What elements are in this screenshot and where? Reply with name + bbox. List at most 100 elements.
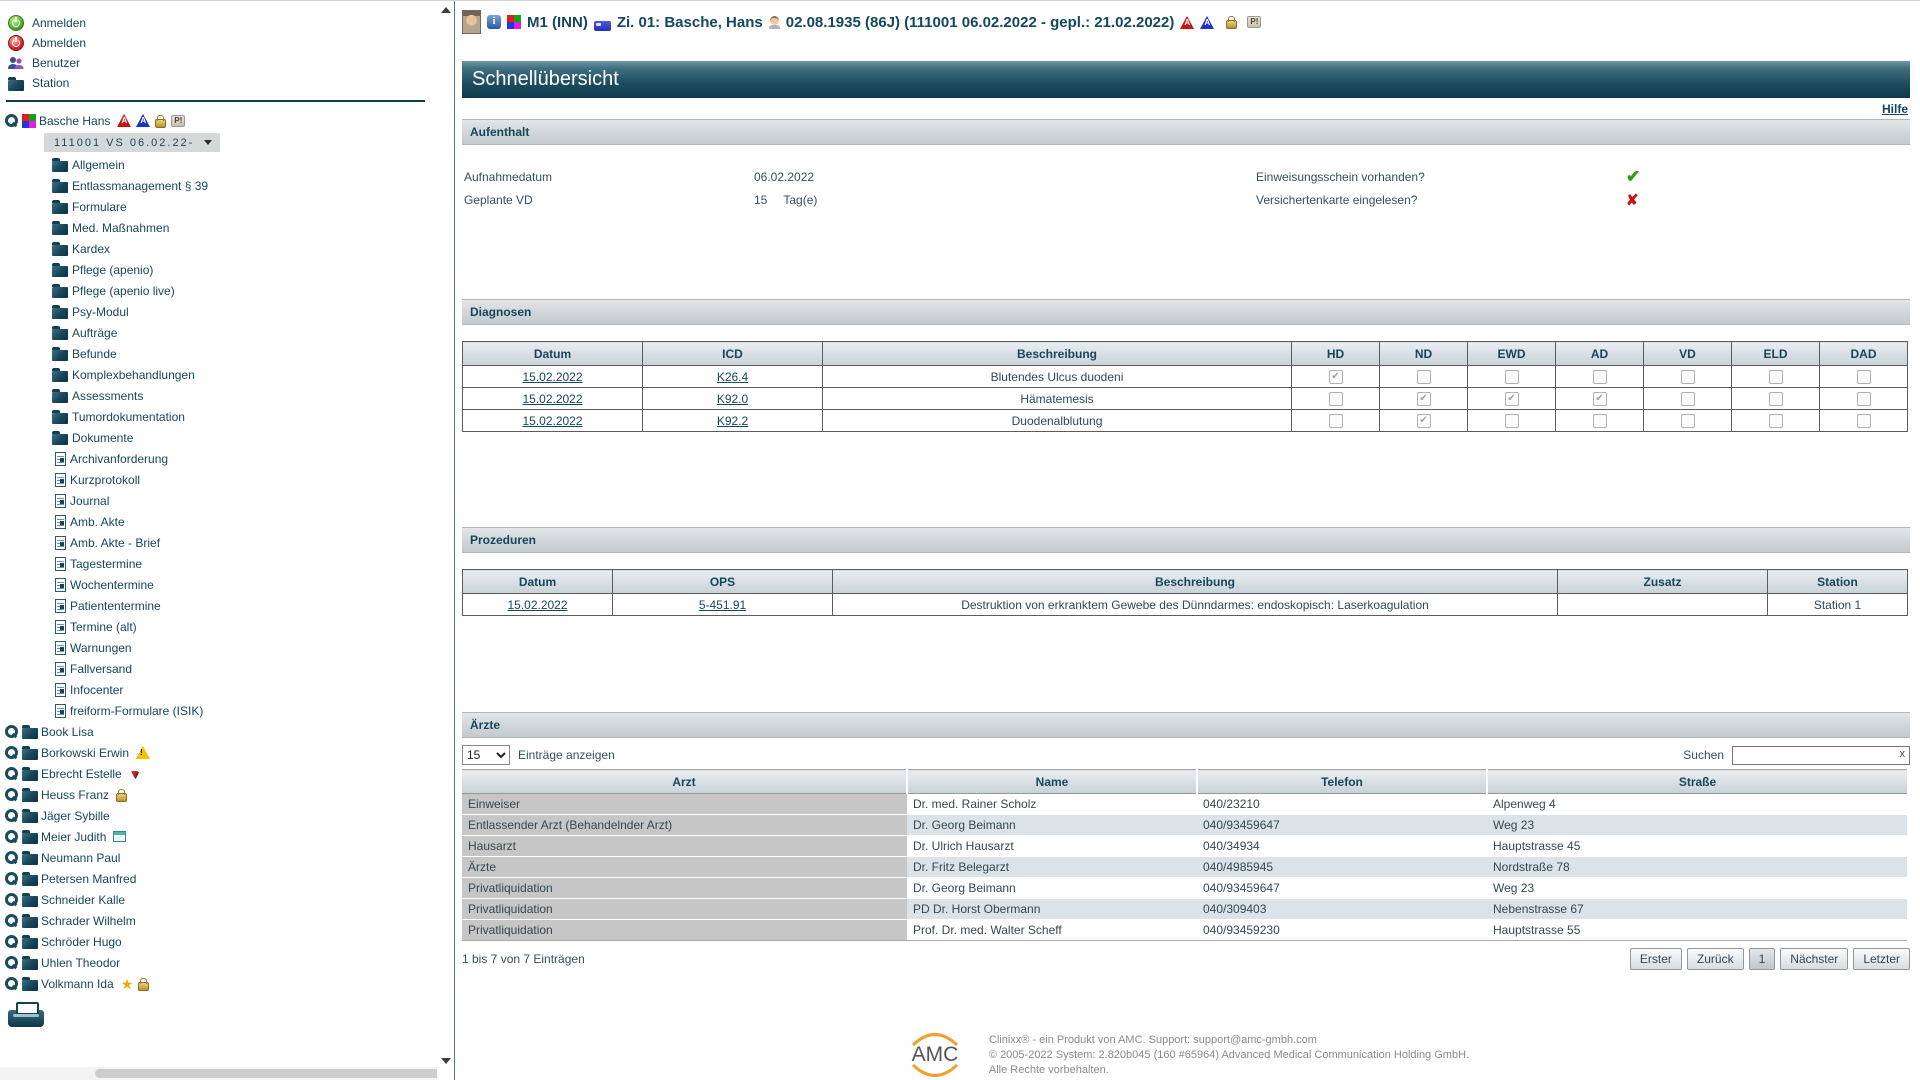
sidebar-doc-termine-alt[interactable]: Termine (alt)	[0, 616, 437, 637]
info-icon[interactable]: i	[487, 15, 501, 29]
diagnose-icd-link[interactable]: K26.4	[717, 370, 748, 384]
prozeduren-col-header: Station	[1768, 570, 1908, 594]
sidebar-doc-warnungen[interactable]: Warnungen	[0, 637, 437, 658]
sidebar-doc-amb-akte[interactable]: Amb. Akte	[0, 511, 437, 532]
patient-row-borkowski-erwin[interactable]: Borkowski Erwin!	[0, 742, 437, 763]
sidebar-folder-psy-modul[interactable]: Psy-Modul	[0, 301, 437, 322]
sidebar-folder-befunde[interactable]: Befunde	[0, 343, 437, 364]
sidebar-folder-assessments[interactable]: Assessments	[0, 385, 437, 406]
section-aufenthalt: Aufenthalt	[462, 119, 1910, 145]
case-selector[interactable]: 111001 VS 06.02.22-	[44, 133, 220, 152]
sidebar-item-abmelden[interactable]: Abmelden	[0, 33, 437, 53]
pagination-letzter[interactable]: Letzter	[1853, 948, 1910, 970]
sidebar-folder-label: Komplexbehandlungen	[72, 368, 195, 382]
sidebar-doc-fallversand[interactable]: Fallversand	[0, 658, 437, 679]
sidebar-doc-journal[interactable]: Journal	[0, 490, 437, 511]
sidebar-folder-kardex[interactable]: Kardex	[0, 238, 437, 259]
folder-icon	[52, 434, 68, 445]
aerzte-col-header[interactable]: Name	[907, 770, 1197, 794]
scroll-up-icon[interactable]	[441, 7, 451, 13]
sidebar-folder-med-maßnahmen[interactable]: Med. Maßnahmen	[0, 217, 437, 238]
sidebar-folder-label: Dokumente	[72, 431, 133, 445]
diagnose-icd-link[interactable]: K92.2	[717, 414, 748, 428]
sidebar-folder-aufträge[interactable]: Aufträge	[0, 322, 437, 343]
patient-row-petersen-manfred[interactable]: Petersen Manfred	[0, 868, 437, 889]
sidebar-doc-label: Infocenter	[70, 683, 123, 697]
prozeduren-col-header: Zusatz	[1558, 570, 1768, 594]
folder-icon	[52, 350, 68, 361]
sidebar-doc-infocenter[interactable]: Infocenter	[0, 679, 437, 700]
scroll-down-icon[interactable]	[441, 1058, 451, 1064]
patient-row-neumann-paul[interactable]: Neumann Paul	[0, 847, 437, 868]
patient-row-schröder-hugo[interactable]: Schröder Hugo	[0, 931, 437, 952]
sidebar-folder-dokumente[interactable]: Dokumente	[0, 427, 437, 448]
patient-row-schneider-kalle[interactable]: Schneider Kalle	[0, 889, 437, 910]
patient-search-icon	[5, 788, 18, 801]
patient-row-uhlen-theodor[interactable]: Uhlen Theodor	[0, 952, 437, 973]
sidebar-doc-amb-akte-brief[interactable]: Amb. Akte - Brief	[0, 532, 437, 553]
diagnose-icd-link[interactable]: K92.0	[717, 392, 748, 406]
patient-badges: ▼	[129, 768, 141, 780]
sidebar-doc-patiententermine[interactable]: Patiententermine	[0, 595, 437, 616]
search-input[interactable]	[1732, 746, 1910, 765]
sidebar-doc-archivanforderung[interactable]: Archivanforderung	[0, 448, 437, 469]
patient-row-book-lisa[interactable]: Book Lisa	[0, 721, 437, 742]
diagnose-date-link[interactable]: 15.02.2022	[522, 392, 582, 406]
aerzte-col-header[interactable]: Arzt	[462, 770, 907, 794]
patient-row-jäger-sybille[interactable]: Jäger Sybille	[0, 805, 437, 826]
diagnose-date-link[interactable]: 15.02.2022	[522, 414, 582, 428]
pagination-nächster[interactable]: Nächster	[1780, 948, 1848, 970]
sidebar-folder-label: Psy-Modul	[72, 305, 129, 319]
prozedur-date-link[interactable]: 15.02.2022	[507, 598, 567, 612]
sidebar-folder-komplexbehandlungen[interactable]: Komplexbehandlungen	[0, 364, 437, 385]
sidebar-folder-pflege-apenio-live[interactable]: Pflege (apenio live)	[0, 280, 437, 301]
sidebar-item-benutzer[interactable]: Benutzer	[0, 53, 437, 73]
pagination-1[interactable]: 1	[1749, 948, 1776, 970]
help-link[interactable]: Hilfe	[1882, 102, 1908, 116]
sidebar-folder-pflege-apenio[interactable]: Pflege (apenio)	[0, 259, 437, 280]
patient-row-meier-judith[interactable]: Meier Judith	[0, 826, 437, 847]
arzt-name: PD Dr. Horst Obermann	[907, 899, 1197, 920]
sidebar-folder-tumordokumentation[interactable]: Tumordokumentation	[0, 406, 437, 427]
field-unit: Tag(e)	[783, 193, 817, 207]
patient-badges	[116, 788, 127, 802]
arzt-strasse: Nebenstrasse 67	[1487, 899, 1907, 920]
search-clear-icon[interactable]: x	[1900, 748, 1906, 760]
pagination-erster[interactable]: Erster	[1630, 948, 1682, 970]
hscroll-thumb[interactable]	[95, 1069, 445, 1078]
page-size-select[interactable]: 15	[462, 745, 510, 765]
folder-tree: AllgemeinEntlassmanagement § 39Formulare…	[0, 154, 437, 448]
sidebar-item-anmelden[interactable]: Anmelden	[0, 13, 437, 33]
arzt-role: Privatliquidation	[462, 920, 907, 941]
patient-row-ebrecht-estelle[interactable]: Ebrecht Estelle▼	[0, 763, 437, 784]
sidebar-doc-freiform-formulare-isik[interactable]: freiform-Formulare (ISIK)	[0, 700, 437, 721]
sidebar-doc-wochentermine[interactable]: Wochentermine	[0, 574, 437, 595]
banner-birth: 02.08.1935 (86J) (111001 06.02.2022 - ge…	[786, 14, 1175, 31]
sidebar-folder-allgemein[interactable]: Allgemein	[0, 154, 437, 175]
patient-name: Volkmann Ida	[41, 977, 114, 991]
patient-name: Meier Judith	[41, 830, 106, 844]
document-icon	[55, 557, 66, 571]
patient-row-heuss-franz[interactable]: Heuss Franz	[0, 784, 437, 805]
sidebar-item-station[interactable]: Station	[0, 73, 437, 93]
sidebar-doc-label: Journal	[70, 494, 109, 508]
patient-row-volkmann-ida[interactable]: Volkmann Ida★	[0, 973, 437, 994]
sidebar-folder-formulare[interactable]: Formulare	[0, 196, 437, 217]
diagnosen-col-header: DAD	[1820, 342, 1908, 366]
person-icon	[769, 16, 780, 29]
warning-icon: !	[136, 746, 150, 759]
active-patient-row[interactable]: Basche Hans AAP!	[0, 110, 437, 131]
sidebar-doc-tagestermine[interactable]: Tagestermine	[0, 553, 437, 574]
printer-icon[interactable]	[8, 1010, 44, 1027]
sidebar-doc-kurzprotokoll[interactable]: Kurzprotokoll	[0, 469, 437, 490]
lock-icon	[1226, 20, 1237, 29]
sidebar-folder-entlassmanagement-39[interactable]: Entlassmanagement § 39	[0, 175, 437, 196]
prozedur-ops-link[interactable]: 5-451.91	[699, 598, 746, 612]
aerzte-col-header[interactable]: Straße	[1487, 770, 1907, 794]
patient-row-schrader-wilhelm[interactable]: Schrader Wilhelm	[0, 910, 437, 931]
sidebar-folder-label: Befunde	[72, 347, 117, 361]
pagination-zurück[interactable]: Zurück	[1687, 948, 1744, 970]
aerzte-col-header[interactable]: Telefon	[1197, 770, 1487, 794]
diagnose-date-link[interactable]: 15.02.2022	[522, 370, 582, 384]
session-item-label: Abmelden	[32, 36, 86, 50]
